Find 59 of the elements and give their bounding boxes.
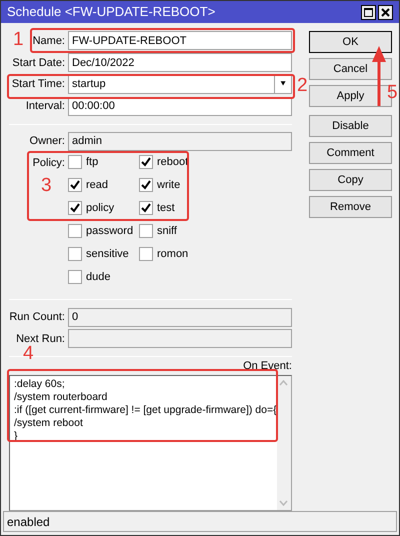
field-label: Start Date: bbox=[12, 56, 65, 71]
checkbox-label: policy bbox=[86, 200, 114, 216]
checkbox-label: read bbox=[86, 178, 108, 193]
readonly-field: admin bbox=[68, 132, 292, 151]
field-label: Owner: bbox=[30, 134, 65, 150]
on-event-label: On Event: bbox=[243, 358, 292, 374]
code-line: :delay 60s; bbox=[14, 378, 66, 391]
checkbox[interactable] bbox=[68, 224, 82, 238]
checkbox-label: romon bbox=[157, 246, 188, 262]
checkbox[interactable] bbox=[139, 224, 153, 238]
annotation-number: 4 bbox=[23, 344, 34, 364]
checkbox[interactable] bbox=[68, 178, 82, 192]
code-line: /system routerboard bbox=[14, 390, 108, 404]
maximize-icon bbox=[364, 8, 373, 16]
dropdown-value: startup bbox=[71, 78, 107, 90]
annotation-number: 2 bbox=[297, 76, 308, 96]
checkbox[interactable] bbox=[68, 246, 82, 261]
close-button[interactable] bbox=[378, 4, 393, 20]
annotation-number: 3 bbox=[41, 176, 52, 196]
readonly-field: 0 bbox=[68, 308, 292, 326]
checkbox[interactable] bbox=[139, 200, 153, 215]
dialog-button[interactable]: Cancel bbox=[309, 58, 392, 80]
dropdown-button[interactable]: ⯆ bbox=[274, 76, 291, 94]
dialog-button[interactable]: OK bbox=[309, 31, 392, 53]
input-field[interactable]: Dec/10/2022 bbox=[68, 53, 292, 72]
checkbox[interactable] bbox=[139, 178, 153, 192]
checkbox-label: reboot bbox=[157, 154, 188, 170]
field-label: Run Count: bbox=[9, 310, 65, 325]
field-label: Name: bbox=[32, 34, 65, 49]
annotation-arrow bbox=[372, 46, 386, 106]
input-field[interactable]: FW-UPDATE-REBOOT bbox=[68, 31, 292, 50]
field-label: Start Time: bbox=[12, 77, 65, 92]
field-label: Interval: bbox=[26, 99, 65, 114]
dialog-button[interactable]: Disable bbox=[309, 115, 392, 137]
checkbox-label: sensitive bbox=[86, 246, 129, 262]
field-label: Policy: bbox=[32, 156, 66, 170]
checkbox[interactable] bbox=[68, 200, 82, 215]
checkbox[interactable] bbox=[68, 154, 82, 169]
checkbox-label: dude bbox=[86, 270, 110, 285]
field-label: Next Run: bbox=[16, 332, 65, 346]
checkbox[interactable] bbox=[68, 270, 82, 284]
dialog-button[interactable]: Copy bbox=[309, 169, 392, 191]
dropdown-field[interactable]: startup ⯆ bbox=[68, 75, 292, 94]
checkbox-label: ftp bbox=[86, 154, 98, 170]
checkbox-label: password bbox=[86, 224, 134, 239]
checkbox[interactable] bbox=[139, 246, 153, 261]
code-line: :if ([get current-firmware] != [get upgrade-firmware]) do={ bbox=[14, 404, 277, 417]
annotation-number: 1 bbox=[13, 30, 24, 50]
checkbox-label: test bbox=[157, 200, 175, 216]
status-bar: enabled bbox=[3, 511, 397, 532]
checkbox-label: write bbox=[157, 178, 180, 193]
dialog-button[interactable]: Comment bbox=[309, 142, 392, 164]
checkbox-label: sniff bbox=[157, 224, 177, 239]
dialog-button[interactable]: Remove bbox=[309, 196, 392, 218]
window-title: Schedule <FW-UPDATE-REBOOT> bbox=[7, 3, 216, 22]
close-icon bbox=[381, 8, 390, 16]
checkbox[interactable] bbox=[139, 154, 153, 169]
code-line: /system reboot bbox=[14, 416, 84, 430]
maximize-button[interactable] bbox=[361, 4, 376, 20]
